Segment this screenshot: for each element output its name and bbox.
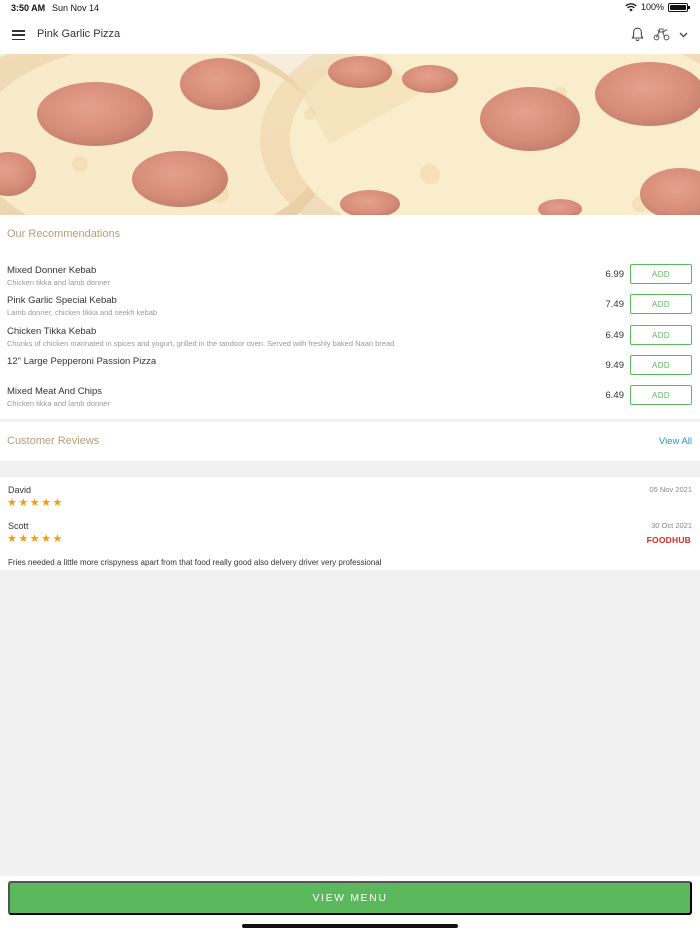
menu-item-price: 9.49 xyxy=(605,360,625,371)
menu-item-description: Lamb donner, chicken tikka and seekh keb… xyxy=(7,308,158,317)
battery-icon xyxy=(668,2,690,12)
home-indicator[interactable] xyxy=(242,924,458,928)
star-icon: ★ xyxy=(52,533,63,545)
review-author: Scott xyxy=(8,521,29,531)
menu-item: Pink Garlic Special Kebab Lamb donner, c… xyxy=(0,294,700,325)
star-icon: ★ xyxy=(29,497,40,509)
star-icon: ★ xyxy=(29,533,40,545)
menu-item: Chicken Tikka Kebab Chunks of chicken ma… xyxy=(0,325,700,356)
review-date: 30 Oct 2021 xyxy=(651,521,692,530)
delivery-scooter-icon[interactable] xyxy=(653,28,670,41)
add-button[interactable]: ADD xyxy=(630,355,692,375)
menu-item-description: Chicken tikka and lamb donner xyxy=(7,278,110,287)
page-title: Pink Garlic Pizza xyxy=(37,28,121,40)
review-rating: ★ ★ ★ ★ ★ xyxy=(7,534,62,545)
view-all-link[interactable]: View All xyxy=(659,436,692,447)
reviews-list: David 05 Nov 2021 ★ ★ ★ ★ ★ Scott 30 Oct… xyxy=(0,477,700,570)
menu-item: 12" Large Pepperoni Passion Pizza 9.49 A… xyxy=(0,355,700,386)
bell-icon[interactable] xyxy=(631,27,644,42)
review-comment: Fries needed a little more crispyness ap… xyxy=(8,558,382,567)
menu-item-name: 12" Large Pepperoni Passion Pizza xyxy=(7,356,157,367)
add-button[interactable]: ADD xyxy=(630,294,692,314)
status-time: 3:50 AM xyxy=(11,3,46,13)
review-date: 05 Nov 2021 xyxy=(649,485,692,494)
header-actions xyxy=(631,27,688,42)
recommendations-title: Our Recommendations xyxy=(7,228,121,240)
add-button[interactable]: ADD xyxy=(630,264,692,284)
reviews-title: Customer Reviews xyxy=(7,435,100,447)
menu-item: Mixed Donner Kebab Chicken tikka and lam… xyxy=(0,264,700,295)
menu-item-name: Chicken Tikka Kebab xyxy=(7,326,97,337)
reviews-header: Customer Reviews View All xyxy=(0,422,700,461)
menu-icon[interactable] xyxy=(12,30,25,41)
app-header: Pink Garlic Pizza xyxy=(0,16,700,54)
menu-item-price: 6.99 xyxy=(605,269,625,280)
status-date: Sun Nov 14 xyxy=(52,3,100,13)
menu-item-name: Mixed Donner Kebab xyxy=(7,265,97,276)
star-icon: ★ xyxy=(41,533,51,545)
star-icon: ★ xyxy=(18,533,29,545)
menu-item-price: 7.49 xyxy=(605,299,625,310)
add-button[interactable]: ADD xyxy=(630,325,692,345)
menu-item-name: Pink Garlic Special Kebab xyxy=(7,295,117,306)
star-icon: ★ xyxy=(7,497,17,509)
star-icon: ★ xyxy=(52,497,63,509)
wifi-icon xyxy=(625,2,637,11)
view-menu-button[interactable]: VIEW MENU xyxy=(8,881,692,915)
foodhub-logo: FOODHUB xyxy=(646,535,691,545)
menu-item-name: Mixed Meat And Chips xyxy=(7,386,103,397)
battery-percent: 100% xyxy=(640,2,664,12)
menu-item-description: Chicken tikka and lamb donner xyxy=(7,399,110,408)
menu-item-price: 6.49 xyxy=(605,390,625,401)
menu-item-description: Chunks of chicken marinated in spices an… xyxy=(7,339,395,348)
status-bar: 3:50 AM Sun Nov 14 100% xyxy=(0,0,700,16)
chevron-down-icon[interactable] xyxy=(679,32,688,38)
status-right: 100% xyxy=(625,2,690,12)
star-icon: ★ xyxy=(41,497,51,509)
bottom-bar: VIEW MENU xyxy=(0,876,700,934)
pizza-illustration xyxy=(0,54,700,215)
add-button[interactable]: ADD xyxy=(630,385,692,405)
recommendations-section: Our Recommendations Mixed Donner Kebab C… xyxy=(0,215,700,419)
star-icon: ★ xyxy=(7,533,17,545)
review-rating: ★ ★ ★ ★ ★ xyxy=(7,498,62,509)
menu-item: Mixed Meat And Chips Chicken tikka and l… xyxy=(0,385,700,416)
hero-pizza-image xyxy=(0,54,700,215)
menu-item-price: 6.49 xyxy=(605,330,625,341)
star-icon: ★ xyxy=(18,497,29,509)
review-author: David xyxy=(8,485,32,495)
